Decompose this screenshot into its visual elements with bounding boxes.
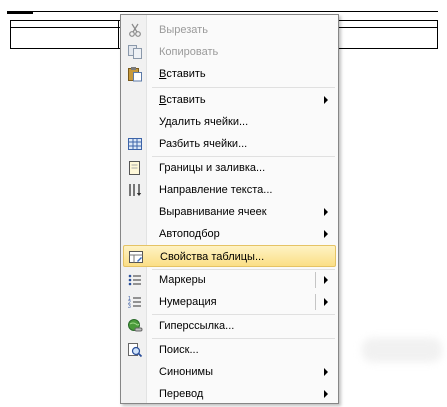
menu-item-label: Вставить [159, 94, 206, 106]
menu-item-label: Перевод [159, 388, 204, 400]
menu-item-bullets[interactable]: Маркеры [123, 269, 336, 291]
research-icon [127, 342, 143, 358]
menu-separator [152, 87, 335, 88]
menu-item-text-direction[interactable]: Направление текста... [123, 179, 336, 201]
menu-item-label: Вырезать [159, 24, 208, 36]
submenu-arrow-icon [324, 368, 328, 376]
menu-item-paste[interactable]: Вставить [123, 63, 336, 85]
split-cells-icon [127, 136, 143, 152]
paste-icon [127, 66, 143, 82]
menu-item-research[interactable]: Поиск... [123, 339, 336, 361]
submenu-arrow-icon [324, 390, 328, 398]
table-column-divider [118, 20, 119, 49]
svg-text:3: 3 [128, 304, 131, 310]
copy-icon [127, 44, 143, 60]
table-top-border [10, 11, 438, 12]
menu-item-table-properties[interactable]: Свойства таблицы... [123, 245, 336, 267]
menu-item-split-cells[interactable]: Разбить ячейки... [123, 133, 336, 155]
bullets-icon [127, 272, 143, 288]
background-smudge [362, 338, 442, 362]
menu-item-insert[interactable]: Вставить [123, 89, 336, 111]
menu-item-label: Автоподбор [159, 228, 220, 240]
menu-item-translate[interactable]: Перевод [123, 383, 336, 405]
borders-icon [127, 160, 143, 176]
split-divider [315, 272, 316, 288]
numbering-icon: 123 [127, 294, 143, 310]
menu-item-label: Синонимы [159, 366, 213, 378]
menu-item-label: Поиск... [159, 344, 199, 356]
menu-item-numbering[interactable]: 123 Нумерация [123, 291, 336, 313]
menu-item-label: Границы и заливка... [159, 162, 266, 174]
context-menu[interactable]: Вырезать Копировать Вставить Вставить Уд… [120, 14, 339, 404]
hyperlink-icon [127, 318, 143, 334]
menu-item-delete-cells[interactable]: Удалить ячейки... [123, 111, 336, 133]
text-direction-icon [127, 182, 143, 198]
split-divider [315, 294, 316, 310]
menu-item-cut[interactable]: Вырезать [123, 19, 336, 41]
menu-item-copy[interactable]: Копировать [123, 41, 336, 63]
menu-item-label: Вставить [159, 68, 206, 80]
menu-item-label: Удалить ячейки... [159, 116, 249, 128]
submenu-arrow-icon [324, 96, 328, 104]
menu-item-label: Нумерация [159, 296, 217, 308]
table-properties-icon [128, 249, 144, 265]
submenu-arrow-icon[interactable] [324, 298, 328, 306]
menu-item-hyperlink[interactable]: Гиперссылка... [123, 315, 336, 337]
menu-item-label: Разбить ячейки... [159, 138, 248, 150]
menu-item-label: Направление текста... [159, 184, 273, 196]
menu-item-label: Свойства таблицы... [160, 251, 265, 263]
menu-item-borders-shading[interactable]: Границы и заливка... [123, 157, 336, 179]
menu-item-label: Маркеры [159, 274, 206, 286]
menu-item-label: Гиперссылка... [159, 320, 235, 332]
menu-item-label: Выравнивание ячеек [159, 206, 267, 218]
menu-item-cell-alignment[interactable]: Выравнивание ячеек [123, 201, 336, 223]
menu-item-label: Копировать [159, 46, 219, 58]
submenu-arrow-icon [324, 208, 328, 216]
menu-item-autofit[interactable]: Автоподбор [123, 223, 336, 245]
submenu-arrow-icon [324, 230, 328, 238]
menu-item-synonyms[interactable]: Синонимы [123, 361, 336, 383]
scissors-icon [127, 22, 143, 38]
submenu-arrow-icon[interactable] [324, 276, 328, 284]
